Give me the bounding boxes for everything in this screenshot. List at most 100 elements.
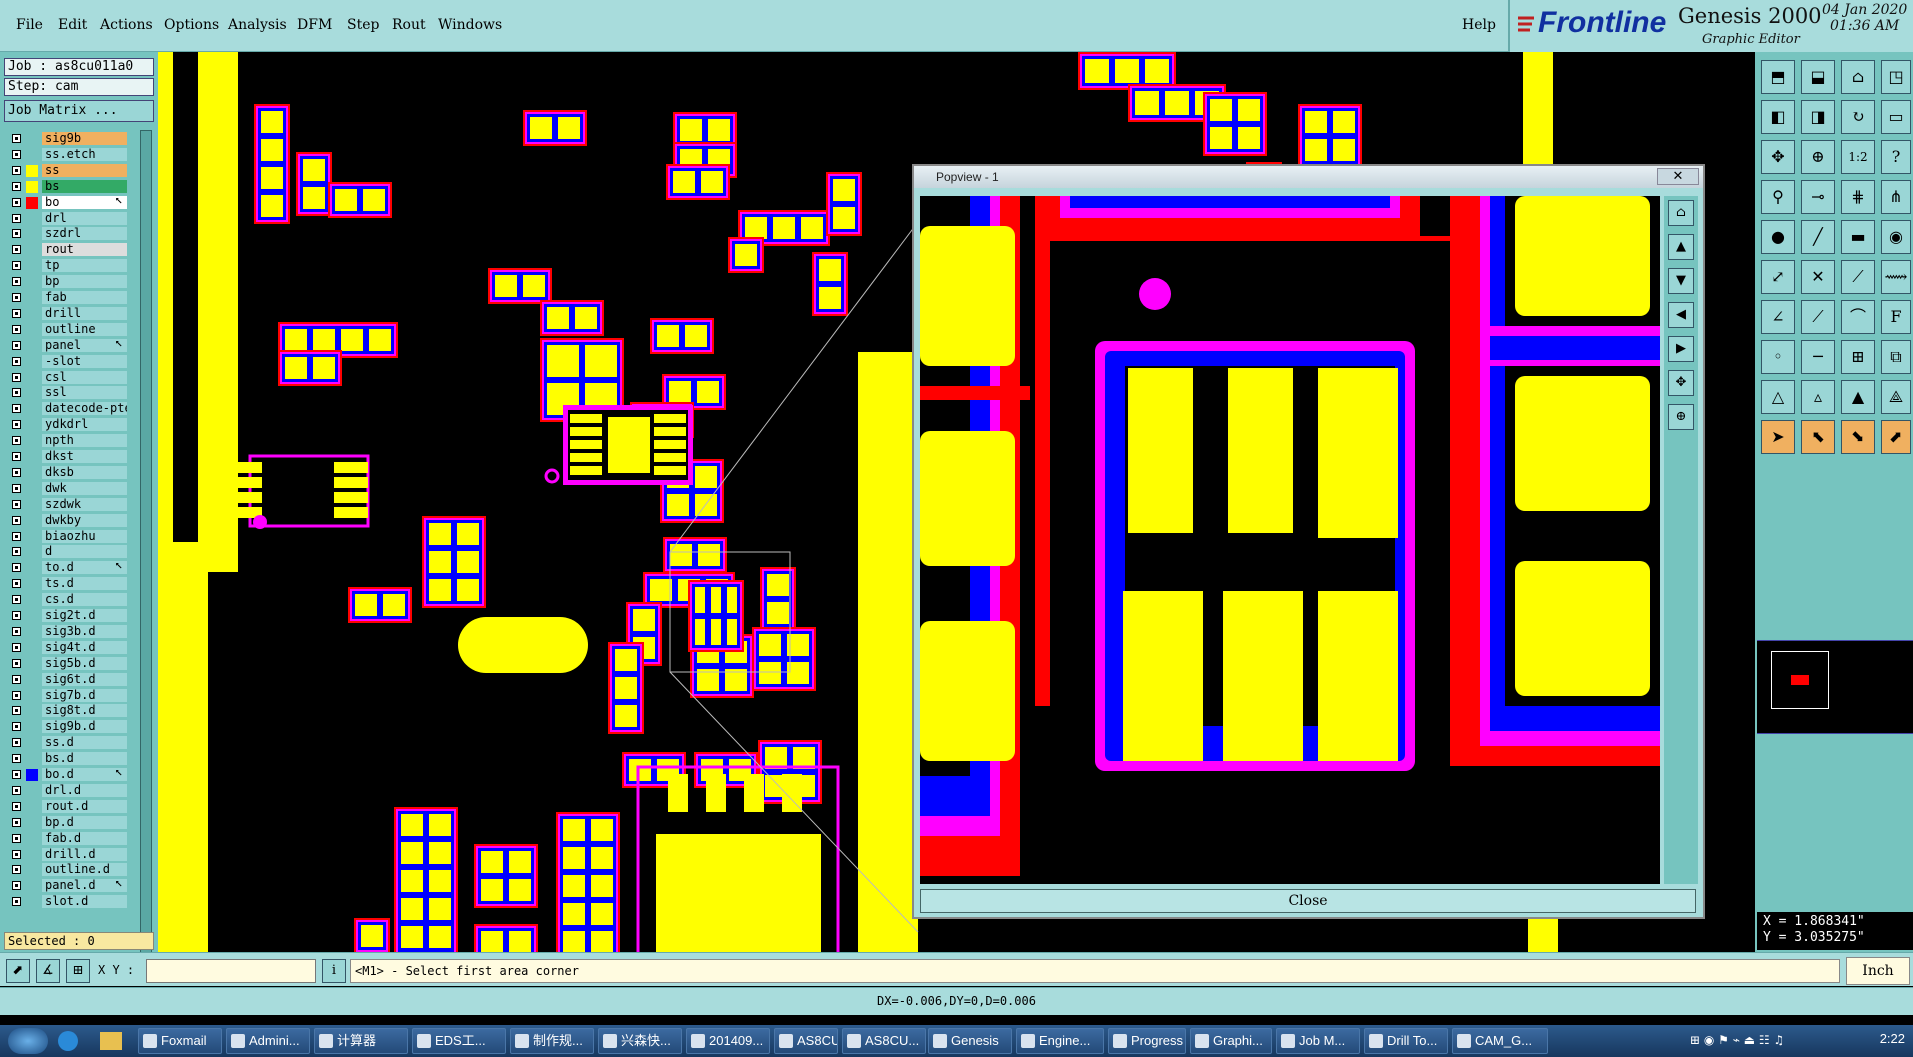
menu-windows[interactable]: Windows [438, 17, 502, 33]
text-icon[interactable]: F [1881, 300, 1911, 334]
layer-row[interactable]: sig9b.d [4, 720, 127, 734]
layer-row[interactable]: sig2t.d [4, 609, 127, 623]
layer-checkbox[interactable] [12, 197, 21, 207]
copy-icon[interactable]: ⧉ [1881, 340, 1911, 374]
dimension-icon[interactable]: ⊞ [1841, 340, 1875, 374]
layer-checkbox[interactable] [12, 706, 21, 716]
layer-checkbox[interactable] [12, 658, 21, 668]
layer-row[interactable]: rout [4, 243, 127, 257]
point-icon[interactable]: ◦ [1761, 340, 1795, 374]
taskbar-item[interactable]: Job M... [1276, 1028, 1360, 1054]
layer-row[interactable]: ssl [4, 386, 127, 400]
zoom-fit-icon[interactable]: ✥ [1761, 140, 1795, 174]
layer-checkbox[interactable] [12, 134, 21, 143]
layer-row[interactable]: datecode-pte [4, 402, 127, 416]
minimap[interactable] [1757, 640, 1913, 734]
status-pointer-icon[interactable]: ⬈ [6, 959, 30, 983]
layer-checkbox[interactable] [12, 817, 21, 827]
layer-row[interactable]: rout.d [4, 799, 127, 814]
layer-row[interactable]: sig5b.d [4, 656, 127, 671]
taskbar-item[interactable]: Genesis [928, 1028, 1012, 1054]
layer-row[interactable]: szdrl [4, 227, 127, 241]
layer-checkbox[interactable] [12, 388, 21, 398]
layer-row[interactable]: ss.etch [4, 147, 127, 162]
layer-row[interactable]: to.d ⭦ [4, 561, 127, 575]
pan-left-icon[interactable]: ◧ [1761, 100, 1795, 134]
layer-checkbox[interactable] [12, 499, 21, 509]
layer-checkbox[interactable] [12, 372, 21, 382]
taskbar-item[interactable]: Admini... [226, 1028, 310, 1054]
taskbar-item[interactable]: Progress [1108, 1028, 1186, 1054]
menu-dfm[interactable]: DFM [297, 17, 332, 33]
layer-row[interactable]: drill [4, 306, 127, 321]
xy-input[interactable] [146, 959, 316, 983]
measure-icon[interactable]: ⊸ [1801, 180, 1835, 214]
layer-checkbox[interactable] [12, 293, 21, 302]
info-icon[interactable]: ⅰ [322, 959, 346, 983]
taskbar-item[interactable]: 计算器 [314, 1028, 408, 1054]
circle-icon[interactable]: ◉ [1881, 220, 1911, 254]
line-add-icon[interactable]: ╱ [1801, 220, 1835, 254]
zoom-page-icon[interactable]: ⬒ [1761, 60, 1795, 94]
layer-checkbox[interactable] [12, 722, 21, 732]
pad-add-icon[interactable]: ● [1761, 220, 1795, 254]
layer-checkbox[interactable] [12, 674, 21, 684]
layer-row[interactable]: fab [4, 291, 127, 305]
layer-row[interactable]: outline.d [4, 863, 127, 877]
layer-checkbox[interactable] [12, 785, 21, 795]
layer-row[interactable]: dwk [4, 481, 127, 496]
taskbar-item[interactable]: Foxmail [138, 1028, 222, 1054]
cross-icon[interactable]: ✕ [1801, 260, 1835, 294]
menu-help[interactable]: Help [1462, 17, 1496, 33]
taskbar-item[interactable]: 兴森快... [598, 1028, 682, 1054]
layer-row[interactable]: csl [4, 370, 127, 385]
layer-checkbox[interactable] [12, 149, 21, 159]
folder-icon[interactable] [100, 1032, 122, 1050]
layer-checkbox[interactable] [12, 626, 21, 636]
layer-checkbox[interactable] [12, 181, 21, 191]
select-net-icon[interactable]: ⬈ [1881, 420, 1911, 454]
layer-checkbox[interactable] [12, 245, 21, 255]
layer-row[interactable]: -slot [4, 354, 127, 369]
zoom-ratio-button[interactable]: 1:2 [1841, 140, 1875, 174]
layer-checkbox[interactable] [12, 833, 21, 843]
layer-checkbox[interactable] [12, 563, 21, 573]
layer-checkbox[interactable] [12, 547, 21, 557]
layer-checkbox[interactable] [12, 229, 21, 239]
layer-checkbox[interactable] [12, 436, 21, 446]
polyline-icon[interactable]: ⟿ [1881, 260, 1911, 294]
layer-checkbox[interactable] [12, 611, 21, 620]
segment-icon[interactable]: ⟋ [1841, 260, 1875, 294]
layer-checkbox[interactable] [12, 881, 21, 891]
layer-row[interactable]: ts.d [4, 577, 127, 591]
taskbar-item[interactable]: AS8CU... [842, 1028, 926, 1054]
layer-checkbox[interactable] [12, 356, 21, 366]
layer-row[interactable]: ss.d [4, 736, 127, 750]
taskbar-item[interactable]: CAM_G... [1452, 1028, 1548, 1054]
taskbar-item[interactable]: 制作规... [510, 1028, 594, 1054]
layer-checkbox[interactable] [12, 642, 21, 652]
layer-row[interactable]: fab.d [4, 831, 127, 846]
ie-icon[interactable] [58, 1031, 78, 1051]
taskbar-item[interactable]: Drill To... [1364, 1028, 1448, 1054]
layer-row[interactable]: sig9b [4, 132, 127, 146]
hline-icon[interactable]: ─ [1801, 340, 1835, 374]
layer-checkbox[interactable] [12, 897, 21, 907]
taskbar-item[interactable]: EDS工... [412, 1028, 506, 1054]
zoom-down-page-icon[interactable]: ⬓ [1801, 60, 1835, 94]
popview-close-icon[interactable]: ✕ [1657, 168, 1699, 185]
layer-checkbox[interactable] [12, 308, 21, 318]
snap-icon[interactable]: ⚲ [1761, 180, 1795, 214]
layer-row[interactable]: d [4, 545, 127, 559]
layer-row[interactable]: sig3b.d [4, 624, 127, 639]
taskbar-item[interactable]: Graphi... [1190, 1028, 1272, 1054]
layer-checkbox[interactable] [12, 165, 21, 175]
layer-row[interactable]: dwkby [4, 513, 127, 528]
layer-row[interactable]: bs.d [4, 752, 127, 766]
layer-row[interactable]: dkst [4, 450, 127, 464]
zoom-area-icon[interactable]: ▭ [1881, 100, 1911, 134]
layer-row[interactable]: bp [4, 275, 127, 289]
layer-row[interactable]: bp.d [4, 815, 127, 830]
taskbar-item[interactable]: AS8CU... [774, 1028, 838, 1054]
angle-icon[interactable]: ∠ [1761, 300, 1795, 334]
